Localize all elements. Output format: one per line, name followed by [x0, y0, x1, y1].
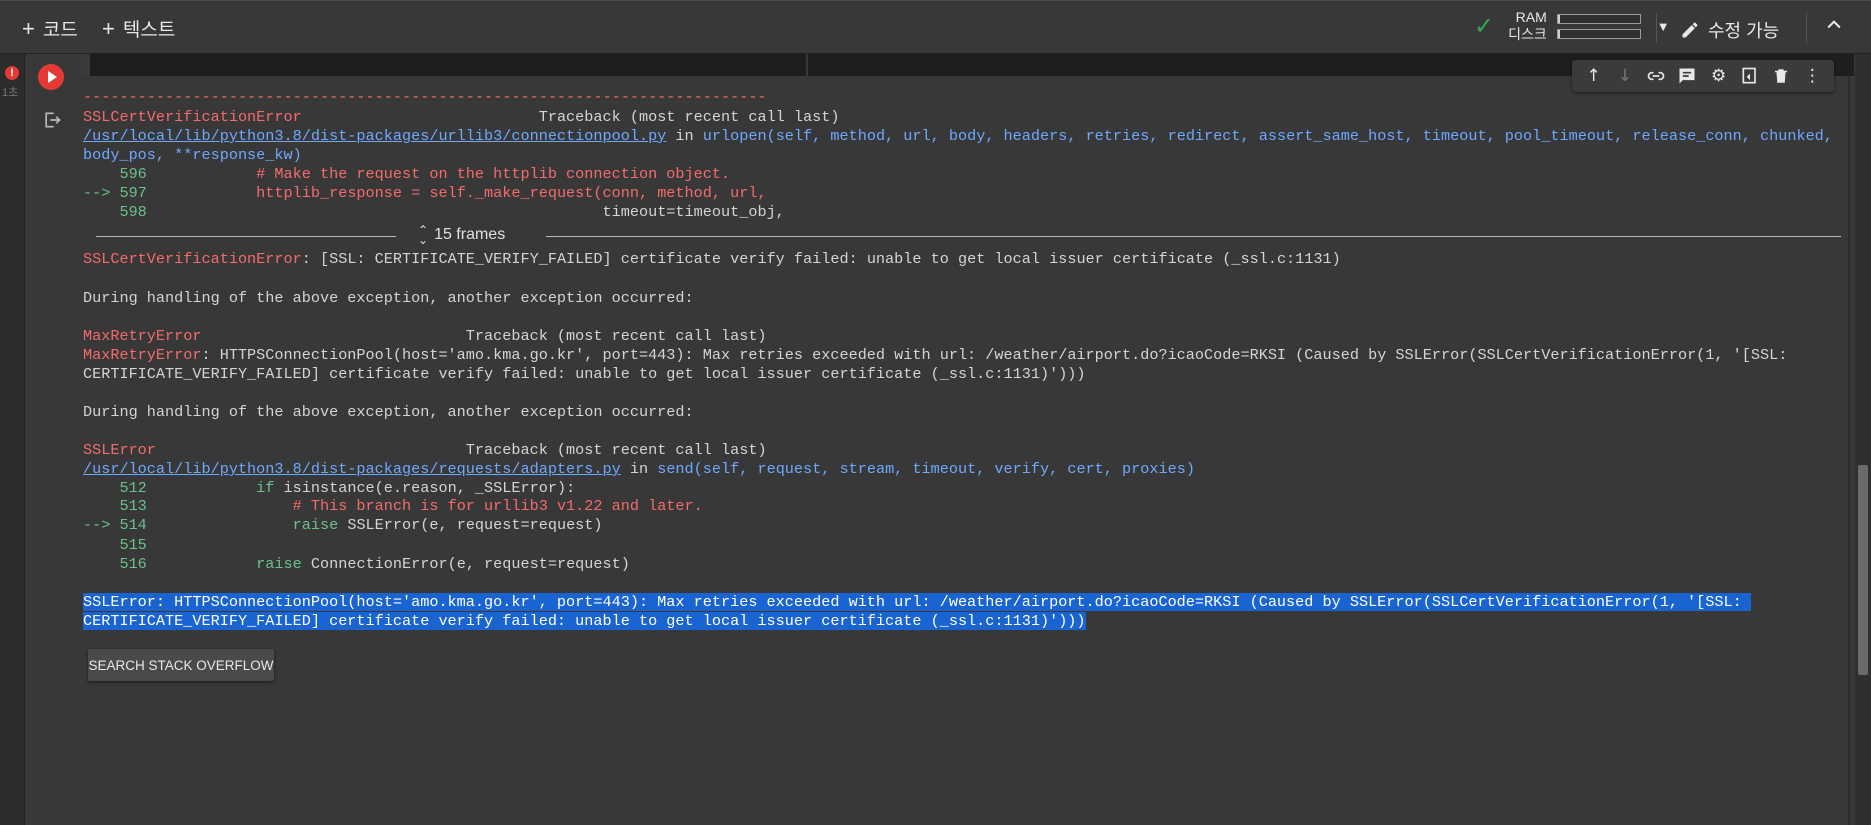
- disk-usage-bar: [1556, 28, 1641, 39]
- file-link[interactable]: /usr/local/lib/python3.8/dist-packages/r…: [83, 460, 621, 478]
- disk-label: 디스크: [1508, 26, 1547, 42]
- final-exception-message-cont[interactable]: CERTIFICATE_VERIFY_FAILED] certificate v…: [83, 610, 1086, 632]
- traceback-frame: /usr/local/lib/python3.8/dist-packages/u…: [83, 127, 1833, 145]
- error-badge: !: [5, 66, 19, 80]
- expand-collapse-icon: ⌃ ⌄: [418, 223, 429, 247]
- resource-monitor[interactable]: ✓ RAM 디스크 ▼: [1474, 9, 1670, 43]
- collapse-header-button[interactable]: [1824, 15, 1844, 41]
- toolbar-divider: [1656, 13, 1657, 43]
- edit-mode-label: 수정 가능: [1708, 21, 1780, 41]
- code-line-current: --> 514 raise SSLError(e, request=reques…: [83, 516, 603, 534]
- search-stack-overflow-button[interactable]: SEARCH STACK OVERFLOW: [88, 649, 274, 681]
- scrollbar-track[interactable]: [1855, 54, 1871, 825]
- cell-gutter: ! 1초: [0, 54, 25, 825]
- chained-exception-note: During handling of the above exception, …: [83, 289, 694, 307]
- edit-mode-button[interactable]: 수정 가능: [1680, 17, 1779, 43]
- expand-frames-button[interactable]: ⌃ ⌄ 15 frames: [418, 223, 506, 247]
- chevron-down-icon[interactable]: ▼: [1657, 19, 1670, 34]
- run-cell-button[interactable]: [38, 64, 64, 90]
- file-link[interactable]: /usr/local/lib/python3.8/dist-packages/u…: [83, 127, 666, 145]
- chevron-up-icon: [1827, 20, 1841, 29]
- cell-border: [1848, 76, 1850, 825]
- toolbar-divider: [1806, 13, 1807, 43]
- exception-message: SSLCertVerificationError: [SSL: CERTIFIC…: [83, 250, 1341, 268]
- clear-output-icon[interactable]: [42, 110, 62, 130]
- connected-check-icon: ✓: [1474, 12, 1495, 40]
- scrollbar-thumb[interactable]: [1858, 465, 1868, 675]
- pencil-icon: [1682, 22, 1698, 38]
- add-text-label: 텍스트: [122, 20, 176, 41]
- traceback-separator: ----------------------------------------…: [83, 88, 767, 106]
- ram-usage-bar: [1556, 13, 1641, 24]
- plus-icon: +: [102, 15, 115, 41]
- plus-icon: +: [22, 15, 35, 41]
- cell-output: ----------------------------------------…: [78, 80, 1848, 825]
- add-code-label: 코드: [42, 20, 78, 41]
- add-code-button[interactable]: + 코드: [22, 15, 78, 42]
- notebook-toolbar: + 코드 + 텍스트 ✓ RAM 디스크 ▼ 수정 가능: [0, 0, 1871, 54]
- frames-count-label: 15 frames: [434, 226, 506, 243]
- chained-exception-note: During handling of the above exception, …: [83, 403, 694, 421]
- code-line: 598 timeout=timeout_obj,: [83, 203, 785, 221]
- exception-message-cont: CERTIFICATE_VERIFY_FAILED] certificate v…: [83, 365, 1086, 383]
- collapsed-frames: ⌃ ⌄ 15 frames: [96, 223, 1841, 249]
- ram-label: RAM: [1515, 9, 1547, 25]
- execution-time: 1초: [2, 87, 19, 99]
- add-text-button[interactable]: + 텍스트: [102, 15, 175, 42]
- code-line: 516 raise ConnectionError(e, request=req…: [83, 555, 630, 573]
